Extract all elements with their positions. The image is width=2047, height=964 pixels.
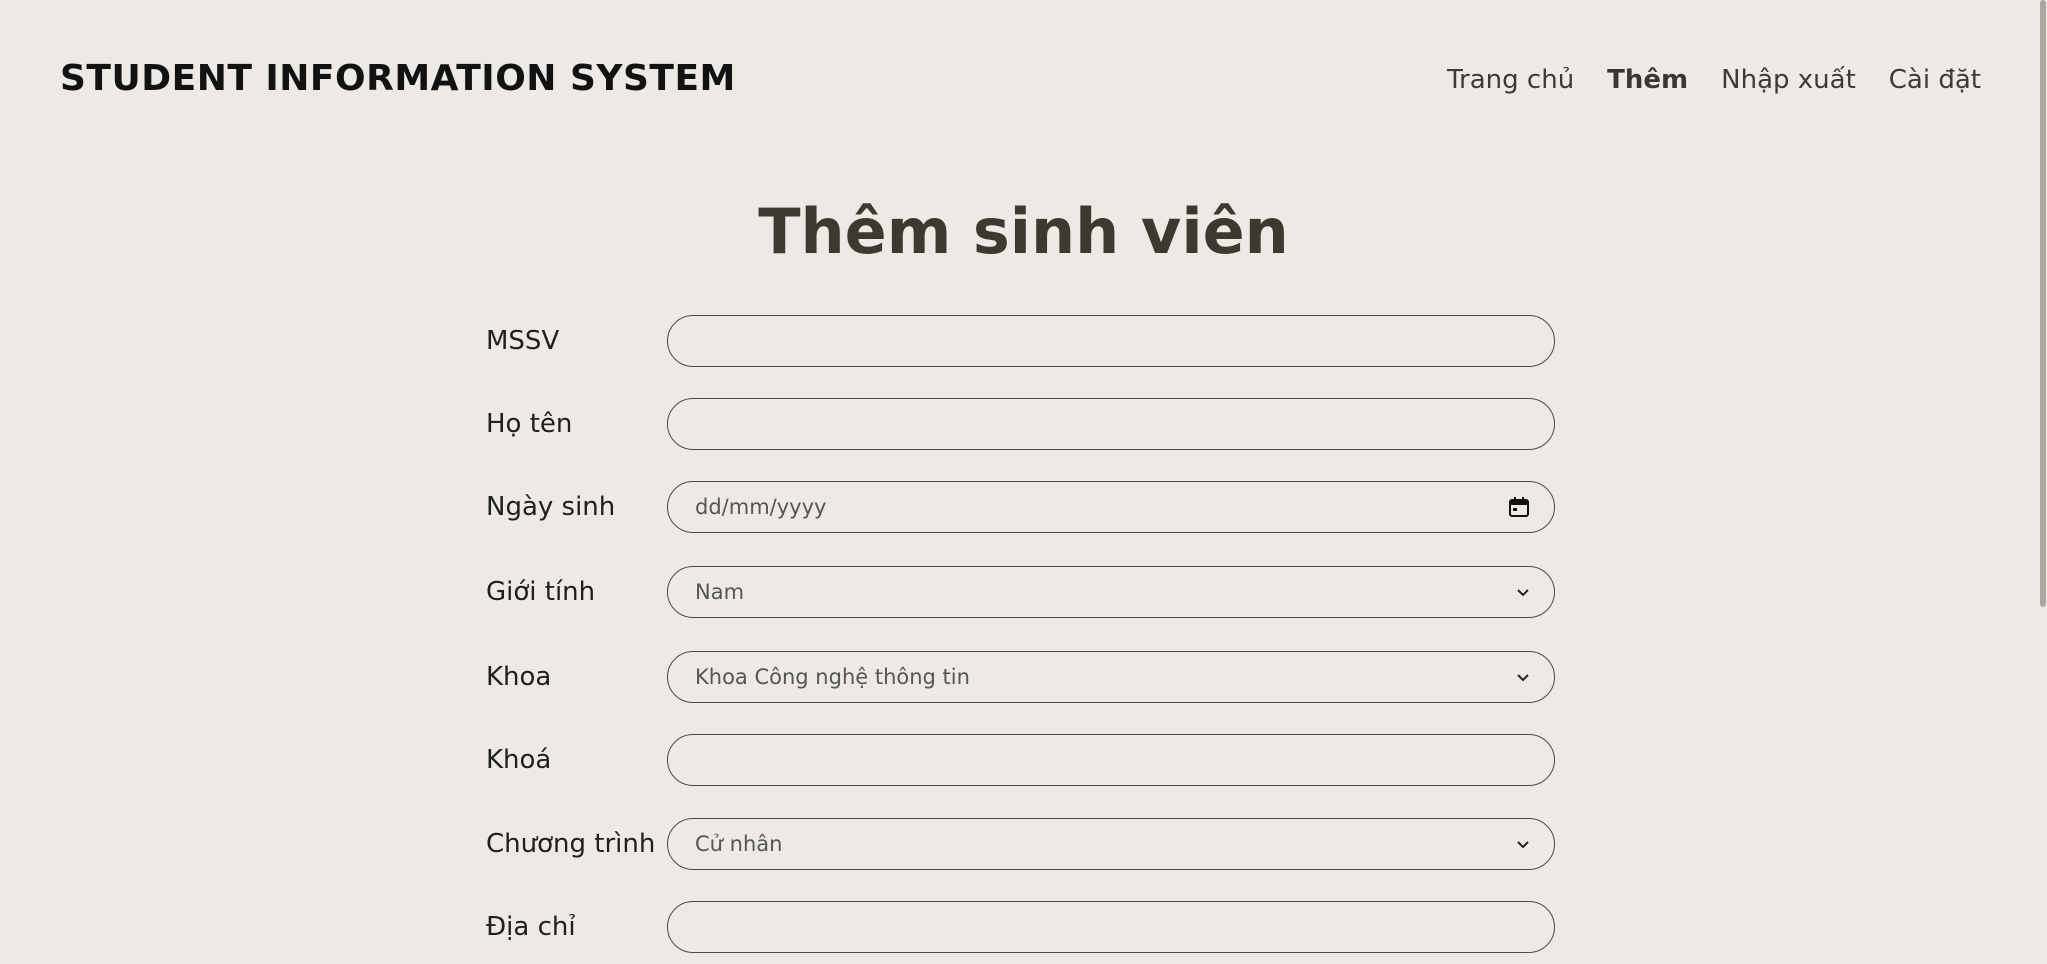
cohort-label: Khoá — [486, 745, 552, 775]
program-select[interactable]: Cử nhân — [667, 818, 1555, 870]
full-name-input[interactable] — [667, 398, 1555, 450]
gender-selected-value: Nam — [695, 580, 745, 604]
cohort-input[interactable] — [667, 734, 1555, 786]
nav-settings[interactable]: Cài đặt — [1889, 65, 1981, 95]
faculty-selected-value: Khoa Công nghệ thông tin — [695, 665, 970, 689]
app-brand: STUDENT INFORMATION SYSTEM — [60, 58, 736, 99]
form-row-address: Địa chỉ — [486, 901, 1555, 953]
program-selected-value: Cử nhân — [695, 832, 783, 856]
nav-home[interactable]: Trang chủ — [1447, 65, 1574, 95]
faculty-select[interactable]: Khoa Công nghệ thông tin — [667, 651, 1555, 703]
faculty-label: Khoa — [486, 662, 552, 692]
page-title: Thêm sinh viên — [758, 195, 1289, 268]
form-row-student-id: MSSV — [486, 315, 1555, 367]
gender-select[interactable]: Nam — [667, 566, 1555, 618]
student-id-label: MSSV — [486, 326, 560, 356]
birth-date-placeholder: dd/mm/yyyy — [695, 495, 827, 519]
address-input[interactable] — [667, 901, 1555, 953]
nav-import-export[interactable]: Nhập xuất — [1721, 65, 1856, 95]
top-nav: Trang chủ Thêm Nhập xuất Cài đặt — [1447, 65, 1981, 95]
chevron-down-icon — [1517, 841, 1529, 849]
address-label: Địa chỉ — [486, 912, 576, 942]
form-row-birth-date: Ngày sinh dd/mm/yyyy — [486, 481, 1555, 533]
chevron-down-icon — [1517, 674, 1529, 682]
birth-date-input[interactable]: dd/mm/yyyy — [667, 481, 1555, 533]
nav-add[interactable]: Thêm — [1607, 65, 1688, 95]
scrollbar-thumb[interactable] — [2040, 0, 2046, 607]
form-row-full-name: Họ tên — [486, 398, 1555, 450]
gender-label: Giới tính — [486, 577, 596, 607]
chevron-down-icon — [1517, 589, 1529, 597]
birth-date-label: Ngày sinh — [486, 492, 616, 522]
full-name-label: Họ tên — [486, 409, 573, 439]
program-label: Chương trình — [486, 829, 656, 859]
form-row-gender: Giới tính Nam — [486, 566, 1555, 618]
form-row-faculty: Khoa Khoa Công nghệ thông tin — [486, 651, 1555, 703]
calendar-icon[interactable] — [1508, 496, 1530, 518]
form-row-program: Chương trình Cử nhân — [486, 818, 1555, 870]
form-row-cohort: Khoá — [486, 734, 1555, 786]
student-id-input[interactable] — [667, 315, 1555, 367]
vertical-scrollbar[interactable] — [2039, 0, 2047, 607]
